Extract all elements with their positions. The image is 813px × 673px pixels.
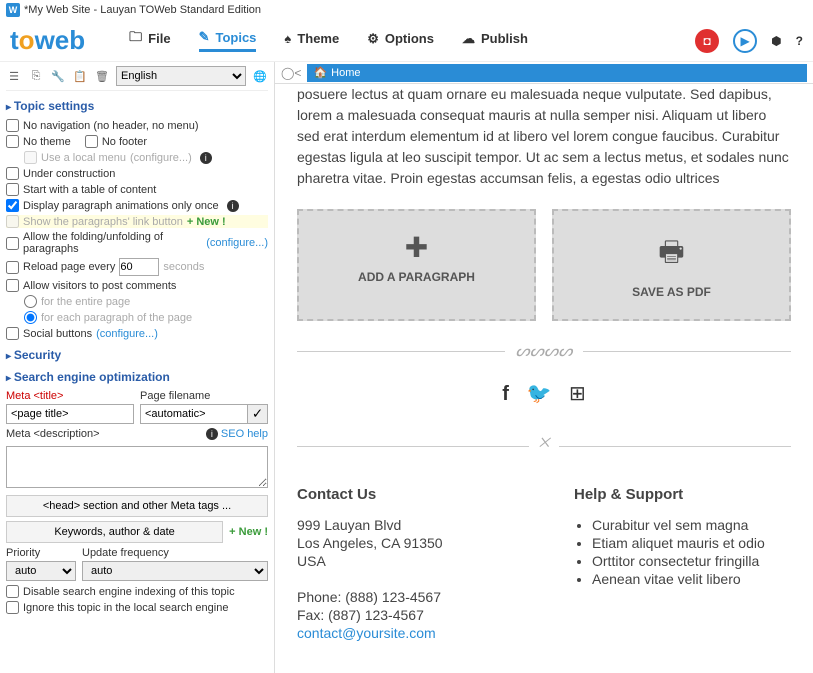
save-pdf-button[interactable]: 🖶 SAVE AS PDF: [552, 209, 791, 321]
configure-fold-link[interactable]: (configure...): [206, 237, 268, 249]
app-icon: W: [6, 3, 20, 17]
play-icon: ▶: [741, 34, 750, 48]
chk-disable-index[interactable]: [6, 585, 19, 598]
gear-icon: ⚙: [367, 31, 379, 47]
chk-allow-comments[interactable]: [6, 279, 19, 292]
chk-no-nav[interactable]: [6, 119, 19, 132]
breadcrumb[interactable]: 🏠 Home: [307, 64, 807, 82]
copy-icon[interactable]: ⎘: [28, 68, 44, 84]
chk-allow-fold[interactable]: [6, 237, 19, 250]
back-icon[interactable]: ◯<: [281, 66, 301, 80]
title-bar: W *My Web Site - Lauyan TOWeb Standard E…: [0, 0, 813, 20]
contact-column: Contact Us 999 Lauyan Blvd Los Angeles, …: [297, 486, 514, 643]
clipboard-icon[interactable]: 📋: [72, 68, 88, 84]
cloud-icon: ☁: [462, 31, 475, 47]
radio-entire-page[interactable]: [24, 295, 37, 308]
contact-email-link[interactable]: contact@yoursite.com: [297, 625, 436, 641]
section-seo[interactable]: Search engine optimization: [6, 370, 268, 384]
main-menu: toweb 🗀File ✎Topics ♠Theme ⚙Options ☁Pub…: [0, 20, 813, 62]
social-icons: f 🐦 ⊞: [297, 381, 791, 406]
radio-each-para[interactable]: [24, 311, 37, 324]
section-topic-settings[interactable]: Topic settings: [6, 99, 268, 113]
chk-start-toc[interactable]: [6, 183, 19, 196]
keywords-button[interactable]: Keywords, author & date: [6, 521, 223, 543]
chk-social[interactable]: [6, 327, 19, 340]
help-link[interactable]: Curabitur vel sem magna: [592, 517, 791, 533]
help-link[interactable]: Orttitor consectetur fringilla: [592, 553, 791, 569]
head-section-button[interactable]: <head> section and other Meta tags ...: [6, 495, 268, 517]
ornament-divider: ᔕᔕᔕᔕ: [297, 341, 791, 361]
contact-heading: Contact Us: [297, 486, 514, 503]
save-button[interactable]: ◘: [695, 29, 719, 53]
pencil-icon: ✎: [199, 29, 210, 45]
section-divider: ྾: [297, 426, 791, 466]
chk-local-menu: [24, 151, 37, 164]
window-title: *My Web Site - Lauyan TOWeb Standard Edi…: [24, 4, 261, 16]
folder-icon: 🗀: [129, 28, 142, 50]
label-update-freq: Update frequency: [82, 547, 268, 559]
menu-theme[interactable]: ♠Theme: [284, 31, 339, 50]
input-meta-title[interactable]: [6, 404, 134, 424]
preview-panel: ◯< 🏠 Home posuere lectus at quam ornare …: [275, 62, 813, 673]
twitter-icon[interactable]: 🐦: [527, 383, 552, 405]
menu-topics[interactable]: ✎Topics: [199, 29, 257, 52]
chk-no-footer[interactable]: [85, 135, 98, 148]
menu-publish[interactable]: ☁Publish: [462, 31, 528, 51]
label-meta-title: Meta <title>: [6, 390, 134, 402]
select-update-freq[interactable]: auto: [82, 561, 268, 581]
shield-icon[interactable]: ⬢: [771, 34, 781, 48]
chk-ignore-local[interactable]: [6, 601, 19, 614]
list-icon[interactable]: ☰: [6, 68, 22, 84]
windows-icon[interactable]: ⊞: [569, 383, 586, 405]
section-divider: ྾: [297, 663, 791, 673]
help-link[interactable]: Aenean vitae velit libero: [592, 571, 791, 587]
preview-button[interactable]: ▶: [733, 29, 757, 53]
wrench-icon[interactable]: 🔧: [50, 68, 66, 84]
select-priority[interactable]: auto: [6, 561, 76, 581]
sidebar-toolbar: ☰ ⎘ 🔧 📋 🗑 English 🌐: [6, 66, 268, 91]
facebook-icon[interactable]: f: [502, 383, 509, 405]
reload-seconds-input[interactable]: [119, 258, 159, 276]
input-page-filename[interactable]: [140, 404, 248, 424]
seo-help-link[interactable]: SEO help: [221, 428, 268, 440]
section-security[interactable]: Security: [6, 348, 268, 362]
chk-no-theme[interactable]: [6, 135, 19, 148]
input-meta-desc[interactable]: [6, 446, 268, 488]
app-logo: toweb: [10, 25, 85, 56]
label-meta-desc: Meta <description>: [6, 428, 134, 440]
label-page-filename: Page filename: [140, 390, 268, 402]
plus-icon: ✚: [309, 231, 524, 264]
print-icon: 🖶: [564, 231, 779, 279]
globe-icon[interactable]: 🌐: [252, 68, 268, 84]
info-icon[interactable]: i: [206, 428, 218, 440]
home-icon: 🏠: [313, 66, 327, 79]
chk-under-construction[interactable]: [6, 167, 19, 180]
trash-icon[interactable]: 🗑: [94, 68, 110, 84]
disk-icon: ◘: [704, 34, 711, 48]
info-icon[interactable]: i: [200, 152, 212, 164]
help-column: Help & Support Curabitur vel sem magna E…: [574, 486, 791, 643]
menu-file[interactable]: 🗀File: [129, 28, 170, 54]
help-icon[interactable]: ?: [796, 34, 803, 48]
help-link[interactable]: Etiam aliquet mauris et odio: [592, 535, 791, 551]
lorem-text: posuere lectus at quam ornare eu malesua…: [297, 84, 791, 189]
theme-icon: ♠: [284, 31, 291, 46]
help-heading: Help & Support: [574, 486, 791, 503]
configure-social-link[interactable]: (configure...): [96, 328, 158, 340]
sidebar: ☰ ⎘ 🔧 📋 🗑 English 🌐 Topic settings No na…: [0, 62, 275, 673]
menu-options[interactable]: ⚙Options: [367, 31, 434, 51]
add-paragraph-button[interactable]: ✚ ADD A PARAGRAPH: [297, 209, 536, 321]
apply-filename-button[interactable]: ✓: [248, 404, 268, 424]
language-select[interactable]: English: [116, 66, 246, 86]
info-icon[interactable]: i: [227, 200, 239, 212]
chk-reload[interactable]: [6, 261, 19, 274]
chk-show-para-link: [6, 215, 19, 228]
label-priority: Priority: [6, 547, 76, 559]
chk-display-anim[interactable]: [6, 199, 19, 212]
